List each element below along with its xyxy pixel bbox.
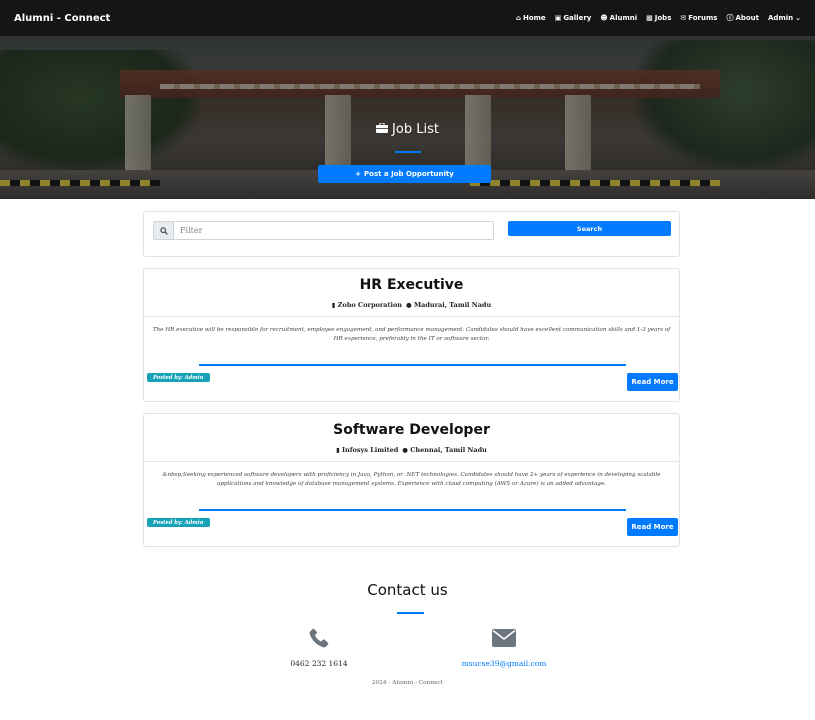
nav-forums[interactable]: ✉ Forums [680,14,717,22]
job-card: Software Developer ▮ Infosys Limited ● C… [143,413,680,547]
phone-icon [219,625,419,651]
plus-icon: + [355,170,362,178]
nav-forums-label: Forums [688,14,718,22]
filter-group [153,221,494,240]
filter-card: Search [143,211,680,257]
briefcase-icon [376,122,389,136]
location-name: Chennai, Tamil Nadu [410,446,487,454]
contact-email: msucse39@gmail.com [404,625,604,668]
email-link[interactable]: msucse39@gmail.com [404,659,604,668]
search-icon [154,222,174,239]
job-card: HR Executive ▮ Zoho Corporation ● Madura… [143,268,680,402]
nav-gallery-label: Gallery [563,14,592,22]
job-description: &nbsp;Seeking experienced software devel… [162,472,661,487]
card-separator [144,461,679,462]
nav-home-label: Home [522,14,546,22]
company-name: Zoho Corporation [337,301,403,309]
company-name: Infosys Limited [341,446,399,454]
nav-gallery[interactable]: ▣ Gallery [555,14,592,22]
map-marker-icon: ● [402,446,408,454]
map-marker-icon: ● [406,301,412,309]
nav-admin-dropdown[interactable]: Admin ⌄ [768,14,801,22]
location-name: Madurai, Tamil Nadu [413,301,492,309]
contact-divider [397,612,424,614]
company: ▮ Zoho Corporation [332,301,402,309]
nav-about-label: About [735,14,760,22]
job-meta: ▮ Zoho Corporation ● Madurai, Tamil Nadu [144,301,679,309]
nav-jobs-label: Jobs [654,14,672,22]
envelope-icon [404,625,604,651]
phone-number: 0462 232 1614 [290,659,348,668]
briefcase-icon: ▩ [646,14,653,22]
post-job-label: Post a Job Opportunity [364,170,454,178]
search-button[interactable]: Search [508,221,671,236]
nav-links: ⌂ Home ▣ Gallery ☻ Alumni ▩ Jobs ✉ Forum… [516,13,801,23]
images-icon: ▣ [554,14,562,22]
navbar: Alumni - Connect ⌂ Home ▣ Gallery ☻ Alum… [0,0,815,36]
nav-about[interactable]: ⓘ About [726,13,759,23]
job-meta: ▮ Infosys Limited ● Chennai, Tamil Nadu [144,446,679,454]
nav-alumni[interactable]: ☻ Alumni [600,14,637,22]
home-icon: ⌂ [515,14,521,22]
card-divider-line [199,364,626,366]
chevron-down-icon: ⌄ [795,14,801,22]
posted-by-badge: Posted by: Admin [147,518,210,527]
posted-by-badge: Posted by: Admin [147,373,210,382]
building-icon: ▮ [331,301,336,309]
card-separator [144,316,679,317]
title-divider [395,151,421,153]
nav-home[interactable]: ⌂ Home [516,14,546,22]
nav-jobs[interactable]: ▩ Jobs [646,14,671,22]
footer-text: 2024 - Alumni - Connect [371,680,444,686]
info-icon: ⓘ [726,14,734,22]
read-more-button[interactable]: Read More [627,373,678,391]
post-job-button[interactable]: + Post a Job Opportunity [318,165,491,183]
job-description: The HR executive will be responsible for… [152,327,671,342]
read-more-button[interactable]: Read More [627,518,678,536]
location: ● Chennai, Tamil Nadu [402,446,487,454]
page-title-text: Job List [392,122,439,137]
location: ● Madurai, Tamil Nadu [406,301,491,309]
company: ▮ Infosys Limited [336,446,398,454]
comments-icon: ✉ [680,14,687,22]
page-title: Job List [0,122,815,137]
filter-input[interactable] [174,222,493,239]
contact-title: Contact us [367,581,448,599]
brand-logo[interactable]: Alumni - Connect [14,13,110,24]
card-divider-line [199,509,626,511]
contact-phone: 0462 232 1614 [219,625,419,668]
job-title[interactable]: HR Executive [144,277,679,293]
nav-alumni-label: Alumni [609,14,638,22]
job-title[interactable]: Software Developer [144,422,679,438]
users-icon: ☻ [600,14,608,22]
building-icon: ▮ [336,446,340,454]
nav-admin-label: Admin [768,14,794,22]
